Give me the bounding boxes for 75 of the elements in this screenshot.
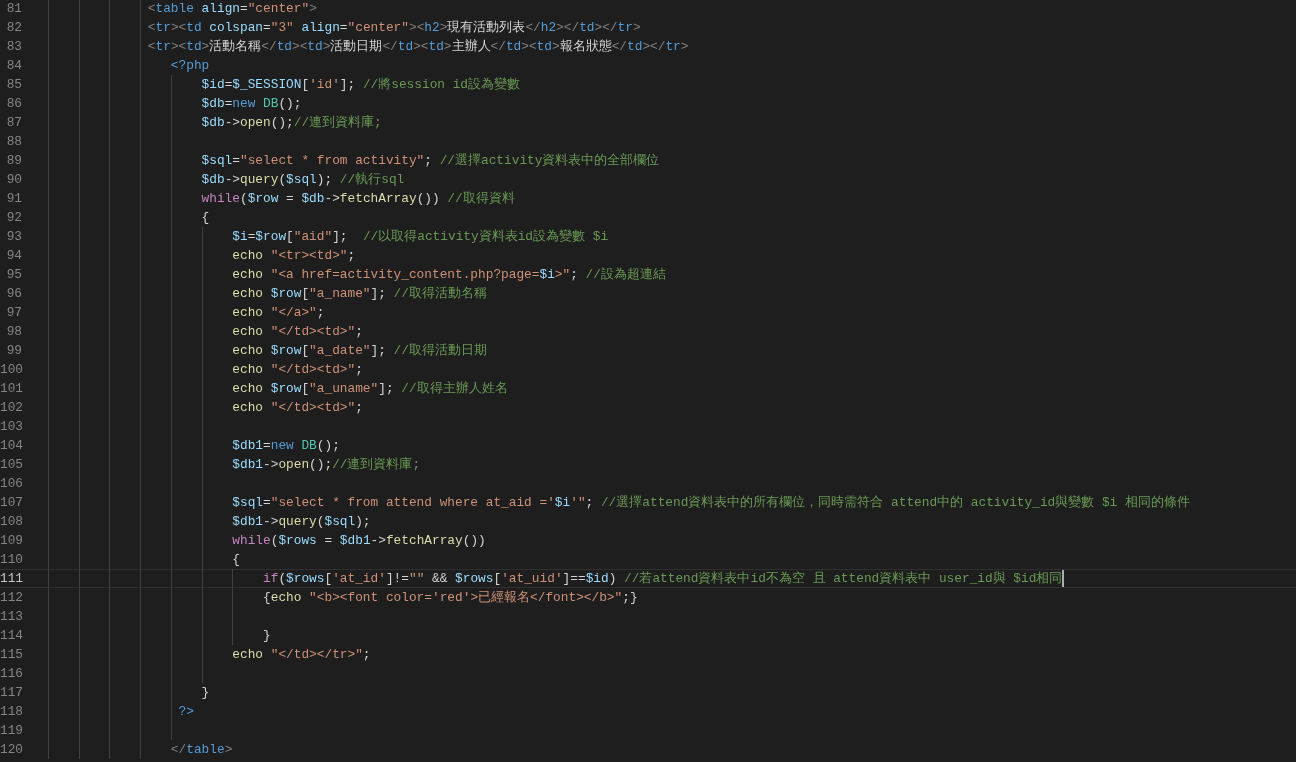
line-number: 116 — [0, 665, 22, 683]
line-number: 87 — [5, 114, 22, 132]
line-number: 100 — [0, 361, 22, 379]
line-number: 82 — [5, 19, 22, 37]
line-number: 99 — [5, 342, 22, 360]
code-line: echo $row["a_date"]; //取得活動日期 — [232, 342, 487, 360]
line-number: 94 — [5, 247, 22, 265]
line-number: 117 — [0, 684, 22, 702]
code-line: if($rows['at_id']!="" && $rows['at_uid']==$id) //若attend資料表中id不為空 且 attend資料表中 user_id與 $id相同 — [263, 570, 1063, 588]
line-number: 105 — [0, 456, 22, 474]
line-number: 109 — [0, 532, 22, 550]
code-line: } — [201, 684, 210, 702]
line-number: 81 — [5, 0, 22, 18]
code-line: } — [263, 627, 271, 645]
line-number: 111 — [0, 570, 22, 588]
line-number: 110 — [0, 551, 22, 569]
code-line: $db1->open();//連到資料庫; — [232, 456, 421, 474]
code-line: $sql="select * from attend where at_aid ='$i'"; //選擇attend資料表中的所有欄位，同時需符合 attend中的 activity_id與變數 $i 相同的條件 — [232, 494, 1190, 512]
line-number: 86 — [5, 95, 22, 113]
line-number: 120 — [0, 741, 22, 759]
code-line: $db->query($sql); //執行sql — [201, 171, 405, 189]
line-number: 92 — [5, 209, 22, 227]
code-line: echo "</td><td>"; — [232, 399, 363, 417]
line-number: 98 — [5, 323, 22, 341]
code-line: echo "</a>"; — [232, 304, 325, 322]
line-number: 91 — [5, 190, 22, 208]
code-line: $i=$row["aid"]; //以取得activity資料表id設為變數 $i — [232, 228, 609, 246]
line-number: 115 — [0, 646, 22, 664]
code-line: echo "</td><td>"; — [232, 361, 363, 379]
line-number: 96 — [5, 285, 22, 303]
line-number: 106 — [0, 475, 22, 493]
code-line: echo $row["a_name"]; //取得活動名稱 — [232, 285, 487, 303]
line-number: 114 — [0, 627, 22, 645]
text-cursor — [1062, 570, 1065, 587]
code-line: while($row = $db->fetchArray()) //取得資料 — [201, 190, 515, 208]
line-number: 118 — [0, 703, 22, 721]
line-number: 97 — [5, 304, 22, 322]
code-line: <?php — [170, 57, 210, 75]
code-line: echo $row["a_uname"]; //取得主辦人姓名 — [232, 380, 508, 398]
line-number: 85 — [5, 76, 22, 94]
code-line: <tr><td colspan="3" align="center"><h2>現有活動列表</h2></td></tr> — [147, 19, 641, 37]
line-number: 90 — [5, 171, 22, 189]
code-line: $db1=new DB(); — [232, 437, 340, 455]
code-line: <tr><td>活動名稱</td><td>活動日期</td><td>主辦人</td><td>報名狀態</td></tr> — [147, 38, 689, 56]
code-line: $db->open();//連到資料庫; — [201, 114, 382, 132]
code-line: echo "<a href=activity_content.php?page=$i>"; //設為超連結 — [232, 266, 666, 284]
line-number: 112 — [0, 589, 22, 607]
line-number: 107 — [0, 494, 22, 512]
code-line: echo "<tr><td>"; — [232, 247, 356, 265]
code-line: ?> — [178, 703, 194, 721]
line-number: 101 — [0, 380, 22, 398]
code-line: echo "</td><td>"; — [232, 323, 363, 341]
code-line: $db1->query($sql); — [232, 513, 371, 531]
line-number: 95 — [5, 266, 22, 284]
line-number: 83 — [5, 38, 22, 56]
line-number: 108 — [0, 513, 22, 531]
line-number: 113 — [0, 608, 22, 626]
code-line: { — [201, 209, 210, 227]
code-line: {echo "<b><font color='red'>已經報名</font></b>";} — [263, 589, 638, 607]
code-line: </table> — [170, 741, 233, 759]
code-line: { — [232, 551, 240, 569]
code-line: echo "</td></tr>"; — [232, 646, 371, 664]
code-line: $db=new DB(); — [201, 95, 302, 113]
code-line: while($rows = $db1->fetchArray()) — [232, 532, 486, 550]
code-line: $sql="select * from activity"; //選擇activity資料表中的全部欄位 — [201, 152, 660, 170]
line-number: 119 — [0, 722, 22, 740]
line-number: 103 — [0, 418, 22, 436]
line-number: 102 — [0, 399, 22, 417]
code-line: $id=$_SESSION['id']; //將session id設為變數 — [201, 76, 521, 94]
line-number: 104 — [0, 437, 22, 455]
line-number: 88 — [5, 133, 22, 151]
line-number: 93 — [5, 228, 22, 246]
code-line: <table align="center"> — [147, 0, 317, 18]
line-number: 89 — [5, 152, 22, 170]
line-number: 84 — [5, 57, 22, 75]
